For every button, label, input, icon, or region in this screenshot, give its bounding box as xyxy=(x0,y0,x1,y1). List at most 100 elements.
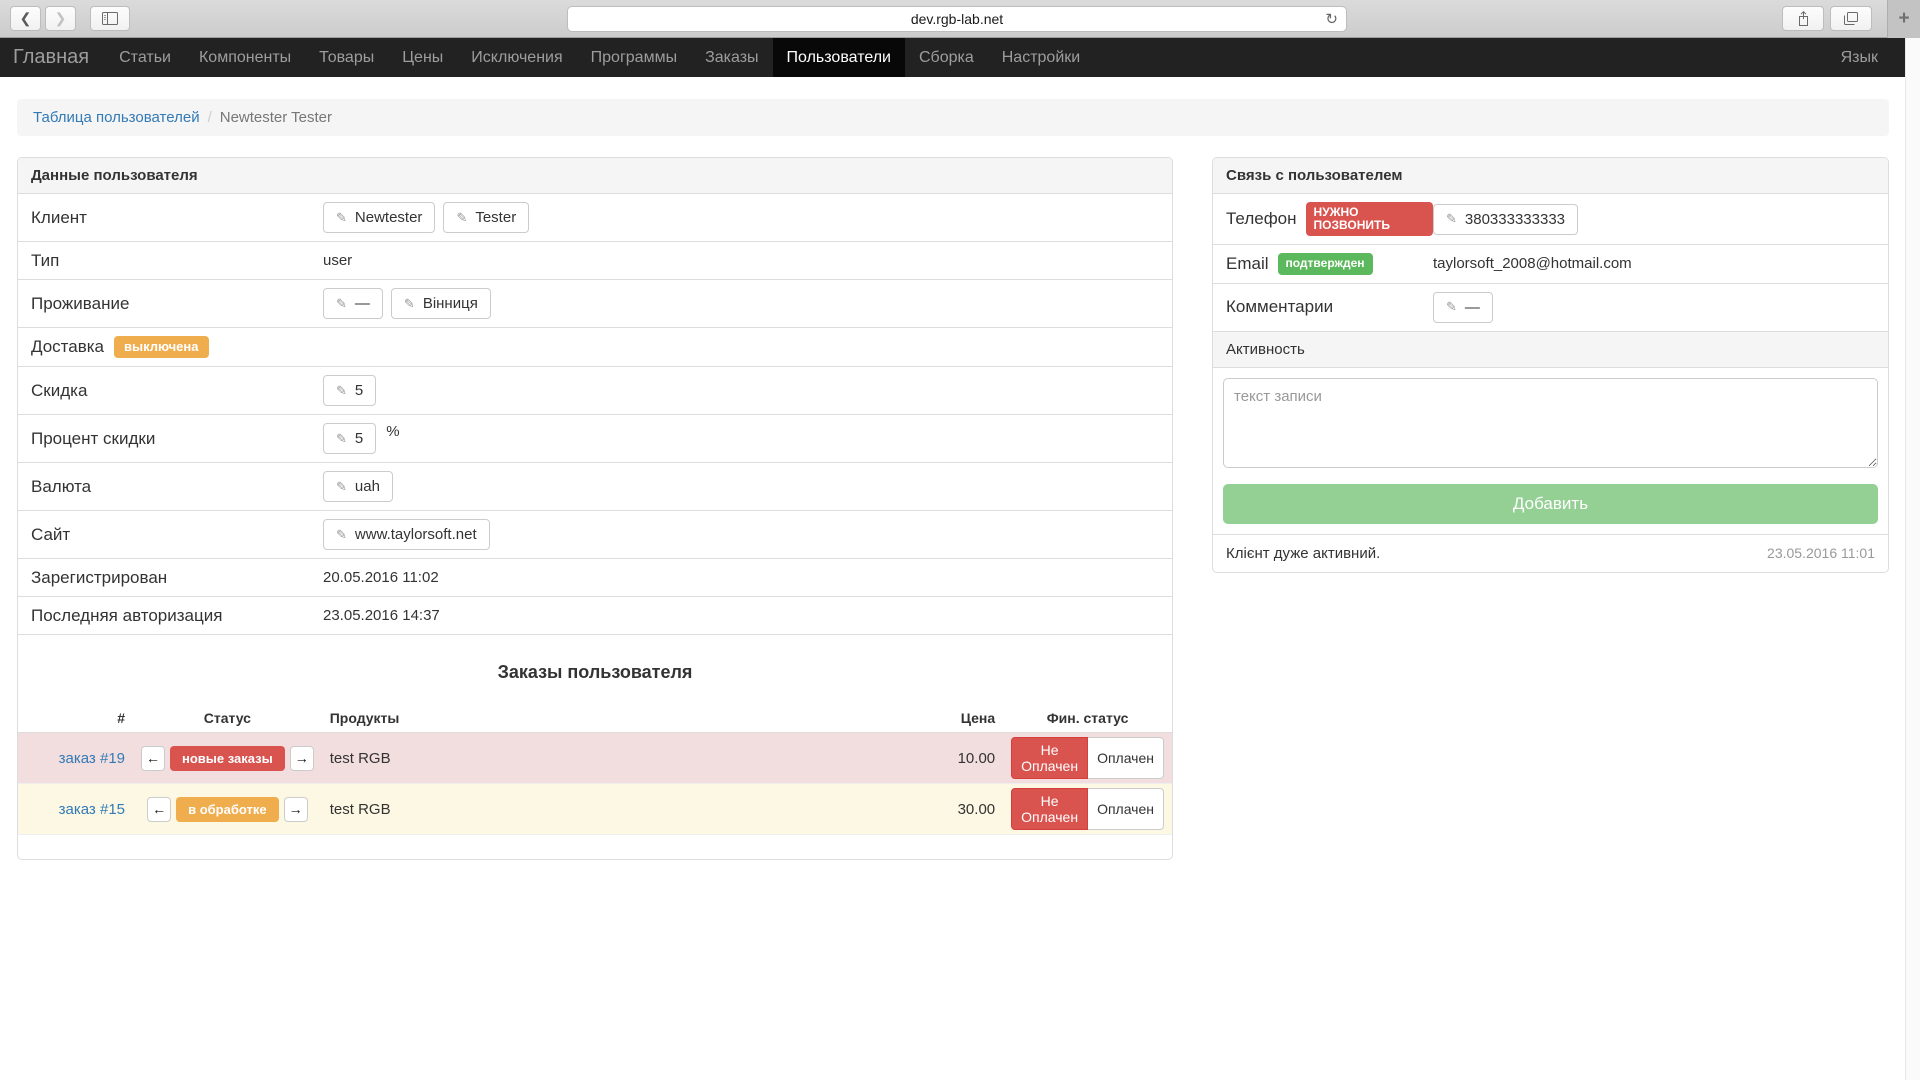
percent-sign: % xyxy=(386,423,399,440)
phone-value: 380333333333 xyxy=(1465,211,1565,228)
tabs-icon xyxy=(1844,12,1858,25)
back-icon: ❮ xyxy=(20,10,32,27)
breadcrumb-users-table-link[interactable]: Таблица пользователей xyxy=(33,109,200,126)
order-15-link[interactable]: заказ #15 xyxy=(59,801,125,818)
orders-header-row: # Статус Продукты Цена Фин. статус xyxy=(18,704,1172,733)
page-content: Таблица пользователей/Newtester Tester Д… xyxy=(0,77,1920,860)
order-15-paid-button[interactable]: Оплачен xyxy=(1088,788,1164,830)
order-19-status-prev-button[interactable]: ← xyxy=(141,746,165,771)
edit-discount-percent-button[interactable]: ✎5 xyxy=(323,423,376,454)
sidebar-toggle-button[interactable] xyxy=(90,6,130,31)
nav-item-components[interactable]: Компоненты xyxy=(185,38,305,77)
contact-panel: Связь с пользователем Телефон НУЖНО ПОЗВ… xyxy=(1212,157,1889,573)
discount-percent-value: 5 xyxy=(355,430,363,447)
nav-item-articles[interactable]: Статьи xyxy=(105,38,185,77)
edit-comments-button[interactable]: ✎— xyxy=(1433,292,1493,323)
nav-item-programs[interactable]: Программы xyxy=(577,38,691,77)
add-activity-button[interactable]: Добавить xyxy=(1223,484,1878,524)
pencil-icon: ✎ xyxy=(404,296,415,312)
new-tab-button[interactable]: + xyxy=(1887,0,1920,38)
nav-item-language[interactable]: Язык xyxy=(1827,38,1892,77)
delivery-label: Доставка xyxy=(31,337,104,357)
order-15-status-next-button[interactable]: → xyxy=(284,797,308,822)
order-19-status-next-button[interactable]: → xyxy=(290,746,314,771)
nav-item-exceptions[interactable]: Исключения xyxy=(457,38,576,77)
registered-label: Зарегистрирован xyxy=(31,568,323,588)
currency-value: uah xyxy=(355,478,380,495)
edit-region-button[interactable]: ✎— xyxy=(323,288,383,319)
contact-row-comments: Комментарии ✎— xyxy=(1213,284,1888,332)
discount-percent-label: Процент скидки xyxy=(31,429,323,449)
phone-call-needed-badge[interactable]: НУЖНО ПОЗВОНИТЬ xyxy=(1306,202,1433,236)
orders-header-products: Продукты xyxy=(322,704,908,733)
forward-button[interactable]: ❯ xyxy=(45,6,76,31)
arrow-left-icon: ← xyxy=(146,750,160,766)
order-19-paid-button[interactable]: Оплачен xyxy=(1088,737,1164,779)
edit-phone-button[interactable]: ✎380333333333 xyxy=(1433,204,1578,235)
breadcrumb-separator: / xyxy=(200,109,220,126)
discount-label: Скидка xyxy=(31,381,323,401)
activity-note-input[interactable] xyxy=(1223,378,1878,468)
browser-toolbar: ❮ ❯ dev.rgb-lab.net ↻ + xyxy=(0,0,1920,38)
breadcrumb-current: Newtester Tester xyxy=(220,109,332,126)
comments-value: — xyxy=(1465,299,1480,316)
order-row-15: заказ #15 ← в обработке → test RGB 30.00 xyxy=(18,784,1172,835)
share-icon xyxy=(1797,11,1810,26)
back-button[interactable]: ❮ xyxy=(10,6,41,31)
order-19-unpaid-button[interactable]: Не Оплачен xyxy=(1011,737,1088,779)
user-data-panel: Данные пользователя Клиент ✎Newtester ✎T… xyxy=(17,157,1173,860)
pencil-icon: ✎ xyxy=(336,479,347,495)
residence-label: Проживание xyxy=(31,294,323,314)
field-row-client: Клиент ✎Newtester ✎Tester xyxy=(18,194,1172,242)
orders-header-status: Статус xyxy=(133,704,322,733)
currency-label: Валюта xyxy=(31,477,323,497)
registered-value: 20.05.2016 11:02 xyxy=(323,569,439,586)
field-row-residence: Проживание ✎— ✎Вінниця xyxy=(18,280,1172,328)
type-label: Тип xyxy=(31,251,323,271)
nav-item-settings[interactable]: Настройки xyxy=(988,38,1094,77)
edit-discount-button[interactable]: ✎5 xyxy=(323,375,376,406)
user-data-panel-title: Данные пользователя xyxy=(18,158,1172,194)
arrow-right-icon: → xyxy=(295,750,309,766)
order-15-status-badge: в обработке xyxy=(176,797,279,822)
edit-first-name-button[interactable]: ✎Newtester xyxy=(323,202,435,233)
nav-item-products[interactable]: Товары xyxy=(305,38,388,77)
site-value: www.taylorsoft.net xyxy=(355,526,477,543)
arrow-right-icon: → xyxy=(289,801,303,817)
activity-entry: Клієнт дуже активний. 23.05.2016 11:01 xyxy=(1213,534,1888,572)
field-row-currency: Валюта ✎ uah xyxy=(18,463,1172,511)
edit-last-name-button[interactable]: ✎Tester xyxy=(443,202,529,233)
discount-value: 5 xyxy=(355,382,363,399)
activity-entry-text: Клієнт дуже активний. xyxy=(1226,545,1380,562)
sidebar-icon xyxy=(102,12,118,25)
order-19-link[interactable]: заказ #19 xyxy=(59,750,125,767)
edit-currency-button[interactable]: ✎ uah xyxy=(323,471,393,502)
email-value: taylorsoft_2008@hotmail.com xyxy=(1433,255,1632,272)
order-15-status-prev-button[interactable]: ← xyxy=(147,797,171,822)
share-button[interactable] xyxy=(1782,6,1824,31)
orders-header-num: # xyxy=(18,704,133,733)
nav-item-prices[interactable]: Цены xyxy=(388,38,457,77)
activity-section-title: Активность xyxy=(1213,332,1888,368)
client-label: Клиент xyxy=(31,208,323,228)
nav-item-orders[interactable]: Заказы xyxy=(691,38,772,77)
phone-label: Телефон xyxy=(1226,209,1297,229)
orders-header-fin-status: Фин. статус xyxy=(1003,704,1172,733)
edit-site-button[interactable]: ✎www.taylorsoft.net xyxy=(323,519,490,550)
address-bar[interactable]: dev.rgb-lab.net ↻ xyxy=(567,6,1347,32)
order-15-unpaid-button[interactable]: Не Оплачен xyxy=(1011,788,1088,830)
first-name-value: Newtester xyxy=(355,209,423,226)
new-tab-icon: + xyxy=(1898,8,1909,30)
nav-item-users[interactable]: Пользователи xyxy=(773,38,905,77)
nav-brand-home[interactable]: Главная xyxy=(0,38,105,77)
delivery-status-badge[interactable]: выключена xyxy=(114,336,208,358)
reload-icon[interactable]: ↻ xyxy=(1325,10,1338,28)
field-row-site: Сайт ✎www.taylorsoft.net xyxy=(18,511,1172,559)
last-auth-value: 23.05.2016 14:37 xyxy=(323,607,440,624)
nav-item-build[interactable]: Сборка xyxy=(905,38,988,77)
edit-city-button[interactable]: ✎Вінниця xyxy=(391,288,491,319)
scrollbar[interactable] xyxy=(1905,38,1920,1080)
orders-section-title: Заказы пользователя xyxy=(18,662,1172,683)
tab-overview-button[interactable] xyxy=(1830,6,1872,31)
site-label: Сайт xyxy=(31,525,323,545)
